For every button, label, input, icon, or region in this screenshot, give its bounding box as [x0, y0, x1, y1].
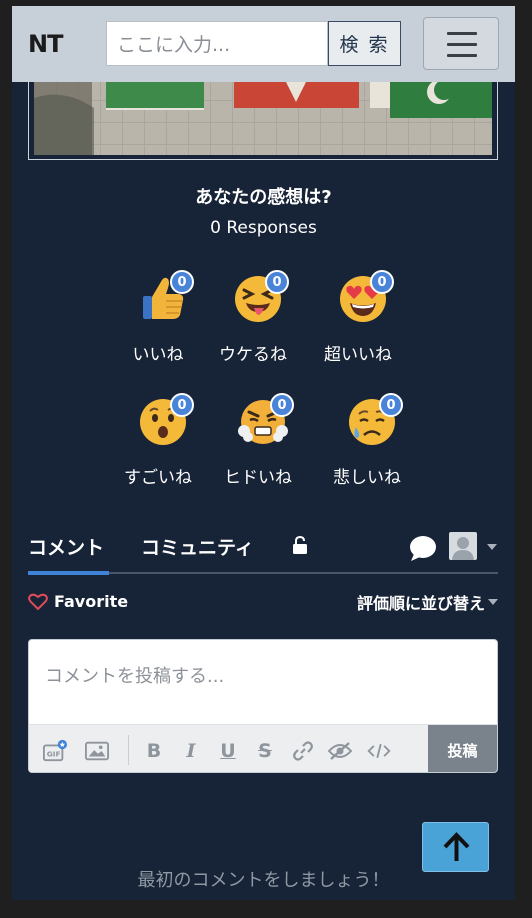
menu-bar-icon — [447, 54, 477, 57]
reaction-love[interactable]: 0 超いいね — [313, 270, 403, 365]
reaction-label: 悲しいね — [333, 468, 401, 488]
post-comment-button[interactable]: 投稿 — [428, 725, 497, 772]
gif-label: GIF — [47, 750, 61, 759]
chat-bubble-icon[interactable] — [409, 535, 437, 561]
menu-bar-icon — [447, 32, 477, 35]
reaction-label: ウケるね — [219, 345, 287, 365]
heart-icon — [28, 593, 48, 610]
menu-bar-icon — [447, 43, 477, 46]
site-logo[interactable]: NT — [28, 30, 63, 58]
top-navbar: NT ここに入力... 検 索 — [12, 6, 515, 82]
response-count: 0 Responses — [210, 218, 317, 238]
favorite-label: Favorite — [54, 592, 129, 611]
comment-input[interactable]: コメントを投稿する... — [45, 662, 224, 688]
user-avatar-icon[interactable] — [449, 532, 477, 560]
article-image — [28, 74, 498, 160]
search-button[interactable]: 検 索 — [328, 21, 401, 66]
hamburger-menu-button[interactable] — [423, 17, 499, 70]
scroll-to-top-button[interactable] — [422, 822, 489, 872]
reaction-wow[interactable]: 0 すごいね — [113, 393, 203, 488]
reaction-count-badge: 0 — [379, 393, 403, 417]
reaction-like[interactable]: 0 いいね — [113, 270, 203, 365]
underline-button[interactable]: U — [216, 739, 240, 763]
toolbar-divider — [128, 735, 129, 765]
tab-comments[interactable]: コメント — [28, 533, 104, 560]
strikethrough-button[interactable]: S — [253, 739, 277, 763]
sort-chevron-icon[interactable] — [488, 599, 498, 605]
search-input[interactable]: ここに入力... — [106, 21, 328, 66]
reaction-title: あなたの感想は? — [195, 187, 332, 208]
reaction-label: 超いいね — [324, 345, 392, 365]
italic-button[interactable]: I — [179, 739, 203, 763]
reaction-count-badge: 0 — [170, 270, 194, 294]
reaction-label: いいね — [132, 345, 184, 365]
active-tab-indicator — [28, 571, 109, 575]
editor-toolbar: GIF B I U S 投稿 — [29, 724, 497, 772]
sort-dropdown[interactable]: 評価順に並び替え — [357, 590, 485, 614]
reaction-funny[interactable]: 0 ウケるね — [208, 270, 298, 365]
article-photo — [34, 78, 492, 155]
reaction-label: ヒドいね — [224, 468, 292, 488]
reaction-count-badge: 0 — [270, 393, 294, 417]
bold-button[interactable]: B — [142, 739, 166, 763]
reaction-label: すごいね — [124, 468, 192, 488]
gif-icon[interactable]: GIF — [43, 739, 67, 763]
code-icon[interactable] — [367, 739, 391, 763]
image-icon[interactable] — [85, 739, 109, 763]
link-icon[interactable] — [291, 739, 315, 763]
favorite-button[interactable]: Favorite — [28, 592, 128, 611]
empty-comments-message: 最初のコメントをしましょう！ — [137, 870, 390, 891]
reaction-count-badge: 0 — [265, 270, 289, 294]
comment-editor[interactable]: コメントを投稿する... GIF B I U S 投稿 — [28, 639, 498, 773]
reaction-bad[interactable]: 0 ヒドいね — [213, 393, 303, 488]
lock-icon[interactable] — [292, 535, 308, 554]
reaction-count-badge: 0 — [170, 393, 194, 417]
spoiler-icon[interactable] — [328, 739, 352, 763]
page-frame: NT ここに入力... 検 索 あなたの感想は? 0 Responses 0 い… — [12, 6, 515, 900]
reaction-count-badge: 0 — [370, 270, 394, 294]
tab-community[interactable]: コミュニティ — [141, 533, 254, 560]
chevron-down-icon[interactable] — [487, 544, 497, 550]
reaction-sad[interactable]: 0 悲しいね — [322, 393, 412, 488]
